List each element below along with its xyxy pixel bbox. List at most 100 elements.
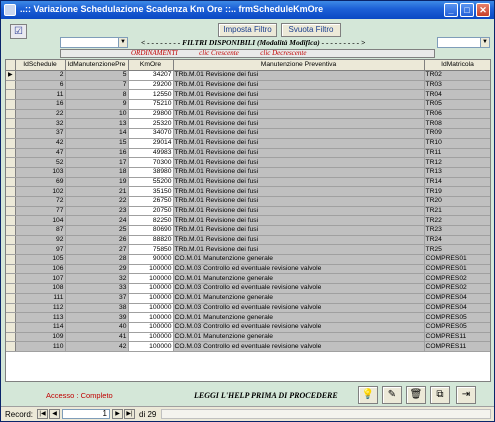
cell-id-manutenzione[interactable]: 24: [65, 215, 129, 226]
cell-km-ore[interactable]: 88820: [128, 235, 174, 246]
cell-km-ore[interactable]: 75210: [128, 99, 174, 110]
table-row[interactable]: 22 10 29800 TRb.M.01 Revisione dei fusi TR06: [6, 109, 490, 120]
cell-manutenzione[interactable]: TRb.M.01 Revisione dei fusi: [173, 109, 425, 120]
close-button[interactable]: ✕: [476, 3, 490, 17]
cell-matricola[interactable]: COMPRES04: [424, 293, 490, 304]
cell-manutenzione[interactable]: TRb.M.01 Revisione dei fusi: [173, 196, 425, 207]
table-row[interactable]: 108 33 100000 CO.M.03 Controllo ed eventual…: [6, 283, 490, 294]
delete-icon[interactable]: 🗑: [406, 386, 426, 404]
row-selector[interactable]: [6, 148, 16, 159]
cell-manutenzione[interactable]: CO.M.03 Controllo ed eventuale revisione…: [173, 264, 425, 275]
cell-id-schedule[interactable]: 52: [15, 157, 66, 168]
cell-km-ore[interactable]: 100000: [128, 312, 174, 323]
cell-km-ore[interactable]: 100000: [128, 322, 174, 333]
cell-km-ore[interactable]: 100000: [128, 303, 174, 314]
cell-id-schedule[interactable]: 47: [15, 148, 66, 159]
row-selector[interactable]: [6, 80, 16, 91]
cell-id-manutenzione[interactable]: 18: [65, 167, 129, 178]
current-record-arrow-icon[interactable]: ▶: [6, 70, 16, 81]
cell-id-schedule[interactable]: 106: [15, 264, 66, 275]
table-row[interactable]: 97 27 75850 TRb.M.01 Revisione dei fusi TR25: [6, 244, 490, 256]
cell-manutenzione[interactable]: TRb.M.01 Revisione dei fusi: [173, 177, 425, 188]
cell-id-manutenzione[interactable]: 37: [65, 293, 129, 304]
row-selector[interactable]: [6, 332, 16, 343]
chevron-down-icon[interactable]: ▼: [480, 38, 489, 47]
cell-matricola[interactable]: TR06: [424, 109, 490, 120]
cell-matricola[interactable]: COMPRES04: [424, 303, 490, 314]
cell-id-manutenzione[interactable]: 7: [65, 80, 129, 91]
cell-manutenzione[interactable]: TRb.M.01 Revisione dei fusi: [173, 215, 425, 226]
row-selector[interactable]: [6, 225, 16, 236]
row-selector[interactable]: [6, 167, 16, 178]
cell-matricola[interactable]: TR12: [424, 157, 490, 168]
cell-id-manutenzione[interactable]: 29: [65, 264, 129, 275]
table-row[interactable]: ▶ 2 5 34207 TRb.M.01 Revisione dei fusi TR02: [6, 70, 490, 81]
cell-manutenzione[interactable]: CO.M.01 Manutenzione generale: [173, 312, 425, 323]
row-selector[interactable]: [6, 322, 16, 333]
table-row[interactable]: 105 28 90000 CO.M.01 Manutenzione generale C…: [6, 254, 490, 265]
exit-icon[interactable]: ⇥: [456, 386, 476, 404]
cell-manutenzione[interactable]: TRb.M.01 Revisione dei fusi: [173, 148, 425, 159]
cell-km-ore[interactable]: 100000: [128, 332, 174, 343]
cell-matricola[interactable]: COMPRES11: [424, 341, 490, 352]
cell-manutenzione[interactable]: TRb.M.01 Revisione dei fusi: [173, 70, 425, 81]
cell-id-manutenzione[interactable]: 15: [65, 138, 129, 149]
row-selector[interactable]: [6, 264, 16, 275]
cell-id-schedule[interactable]: 108: [15, 283, 66, 294]
cell-id-schedule[interactable]: 72: [15, 196, 66, 207]
current-record-input[interactable]: 1: [62, 409, 110, 419]
cell-matricola[interactable]: TR24: [424, 235, 490, 246]
cell-manutenzione[interactable]: TRb.M.01 Revisione dei fusi: [173, 157, 425, 168]
row-selector[interactable]: [6, 109, 16, 120]
cell-km-ore[interactable]: 25320: [128, 118, 174, 130]
cell-id-schedule[interactable]: 11: [15, 89, 66, 101]
table-row[interactable]: 111 37 100000 CO.M.01 Manutenzione generale…: [6, 293, 490, 304]
row-selector[interactable]: [6, 118, 16, 130]
table-row[interactable]: 87 25 80690 TRb.M.01 Revisione dei fusi TR23: [6, 225, 490, 236]
cell-km-ore[interactable]: 26750: [128, 196, 174, 207]
cell-id-schedule[interactable]: 102: [15, 186, 66, 197]
last-record-icon[interactable]: ▶|: [124, 409, 135, 419]
cell-km-ore[interactable]: 29800: [128, 109, 174, 120]
cell-manutenzione[interactable]: CO.M.03 Controllo ed eventuale revisione…: [173, 341, 425, 352]
table-row[interactable]: 69 19 55200 TRb.M.01 Revisione dei fusi TR14: [6, 177, 490, 188]
cell-manutenzione[interactable]: CO.M.03 Controllo ed eventuale revisione…: [173, 303, 425, 314]
cell-manutenzione[interactable]: TRb.M.01 Revisione dei fusi: [173, 80, 425, 91]
column-header[interactable]: IdManutenzionePre: [65, 60, 129, 71]
row-selector[interactable]: [6, 273, 16, 285]
column-header[interactable]: Manutenzione Preventiva: [173, 60, 425, 71]
cell-id-manutenzione[interactable]: 19: [65, 177, 129, 188]
cell-matricola[interactable]: TR08: [424, 118, 490, 130]
cell-id-schedule[interactable]: 32: [15, 118, 66, 130]
row-selector[interactable]: [6, 341, 16, 352]
cell-id-schedule[interactable]: 103: [15, 167, 66, 178]
cell-km-ore[interactable]: 70300: [128, 157, 174, 168]
cell-matricola[interactable]: COMPRES05: [424, 322, 490, 333]
cell-matricola[interactable]: TR21: [424, 206, 490, 217]
cell-id-manutenzione[interactable]: 22: [65, 196, 129, 207]
cell-id-schedule[interactable]: 107: [15, 273, 66, 285]
table-row[interactable]: 16 9 75210 TRb.M.01 Revisione dei fusi TR05: [6, 99, 490, 110]
form-logo-icon[interactable]: ☑: [10, 24, 27, 39]
filter-combo-right[interactable]: ▼: [437, 37, 490, 48]
cell-id-schedule[interactable]: 104: [15, 215, 66, 226]
cell-manutenzione[interactable]: TRb.M.01 Revisione dei fusi: [173, 244, 425, 256]
cell-matricola[interactable]: TR23: [424, 225, 490, 236]
cell-id-manutenzione[interactable]: 8: [65, 89, 129, 101]
table-row[interactable]: 92 26 88820 TRb.M.01 Revisione dei fusi TR24: [6, 235, 490, 246]
cell-km-ore[interactable]: 35150: [128, 186, 174, 197]
cell-km-ore[interactable]: 20750: [128, 206, 174, 217]
first-record-icon[interactable]: |◀: [37, 409, 48, 419]
cell-matricola[interactable]: TR22: [424, 215, 490, 226]
row-selector[interactable]: [6, 128, 16, 139]
table-row[interactable]: 103 18 38980 TRb.M.01 Revisione dei fusi TR1…: [6, 167, 490, 178]
help-icon[interactable]: 💡: [358, 386, 378, 404]
table-row[interactable]: 42 15 29014 TRb.M.01 Revisione dei fusi TR10: [6, 138, 490, 149]
edit-icon[interactable]: ✎: [382, 386, 402, 404]
previous-record-icon[interactable]: ◀: [49, 409, 60, 419]
cell-id-schedule[interactable]: 110: [15, 341, 66, 352]
cell-manutenzione[interactable]: TRb.M.01 Revisione dei fusi: [173, 206, 425, 217]
cell-id-schedule[interactable]: 92: [15, 235, 66, 246]
cell-id-manutenzione[interactable]: 39: [65, 312, 129, 323]
table-row[interactable]: 106 29 100000 CO.M.03 Controllo ed eventual…: [6, 264, 490, 275]
